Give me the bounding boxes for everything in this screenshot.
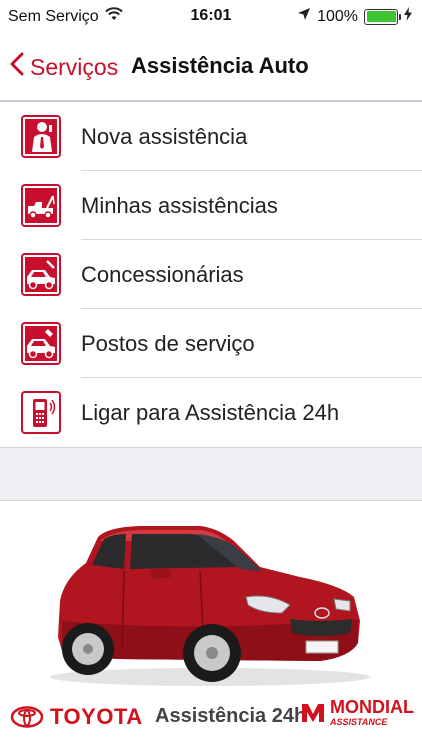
mondial-logo: MONDIAL ASSISTANCE	[300, 698, 414, 727]
battery-fill	[366, 11, 396, 22]
footer-logos: TOYOTA Assistência 24h MONDIAL ASSISTANC…	[0, 692, 422, 740]
charging-bolt-icon	[404, 7, 412, 26]
mondial-subtitle: ASSISTANCE	[330, 717, 388, 727]
car-repair-icon	[21, 253, 61, 296]
toyota-wordmark: TOYOTA	[50, 704, 143, 729]
page-title: Assistência Auto	[131, 53, 309, 78]
mondial-wordmark: MONDIAL	[330, 697, 414, 717]
menu-item-nova-assistencia[interactable]: Nova assistência	[0, 102, 422, 171]
back-button[interactable]: Serviços	[10, 52, 118, 82]
menu-item-label: Postos de serviço	[81, 330, 255, 356]
section-spacer	[0, 447, 422, 501]
menu-item-label: Ligar para Assistência 24h	[81, 399, 340, 425]
mondial-emblem-icon	[302, 703, 324, 722]
battery-percent: 100%	[317, 7, 358, 25]
mondial-words: MONDIAL ASSISTANCE	[330, 698, 414, 727]
person-phone-icon	[21, 115, 61, 158]
back-label: Serviços	[30, 53, 119, 80]
toyota-logo: TOYOTA	[10, 704, 143, 730]
navigation-bar: Serviços Assistência Auto	[0, 34, 422, 100]
menu-item-concessionarias[interactable]: Concessionárias	[0, 240, 422, 309]
car-service-icon	[21, 322, 61, 365]
chevron-left-icon	[10, 52, 24, 82]
menu-item-label: Minhas assistências	[81, 192, 278, 218]
location-arrow-icon	[297, 7, 311, 26]
battery-icon	[364, 8, 401, 25]
menu-item-postos-de-servico[interactable]: Postos de serviço	[0, 309, 422, 378]
tow-truck-icon	[21, 184, 61, 227]
assistance-24h-label: Assistência 24h	[155, 705, 307, 727]
status-bar: Sem Serviço 16:01 100%	[0, 0, 422, 34]
status-right: 100%	[297, 7, 412, 26]
menu-item-label: Nova assistência	[81, 123, 248, 149]
services-menu: Nova assistência Minhas assistências Con…	[0, 102, 422, 447]
car-image	[50, 526, 370, 686]
menu-item-label: Concessionárias	[81, 261, 244, 287]
menu-item-minhas-assistencias[interactable]: Minhas assistências	[0, 171, 422, 240]
phone-call-icon	[21, 391, 61, 434]
toyota-emblem-icon	[10, 706, 44, 728]
menu-item-ligar-assistencia[interactable]: Ligar para Assistência 24h	[0, 378, 422, 447]
